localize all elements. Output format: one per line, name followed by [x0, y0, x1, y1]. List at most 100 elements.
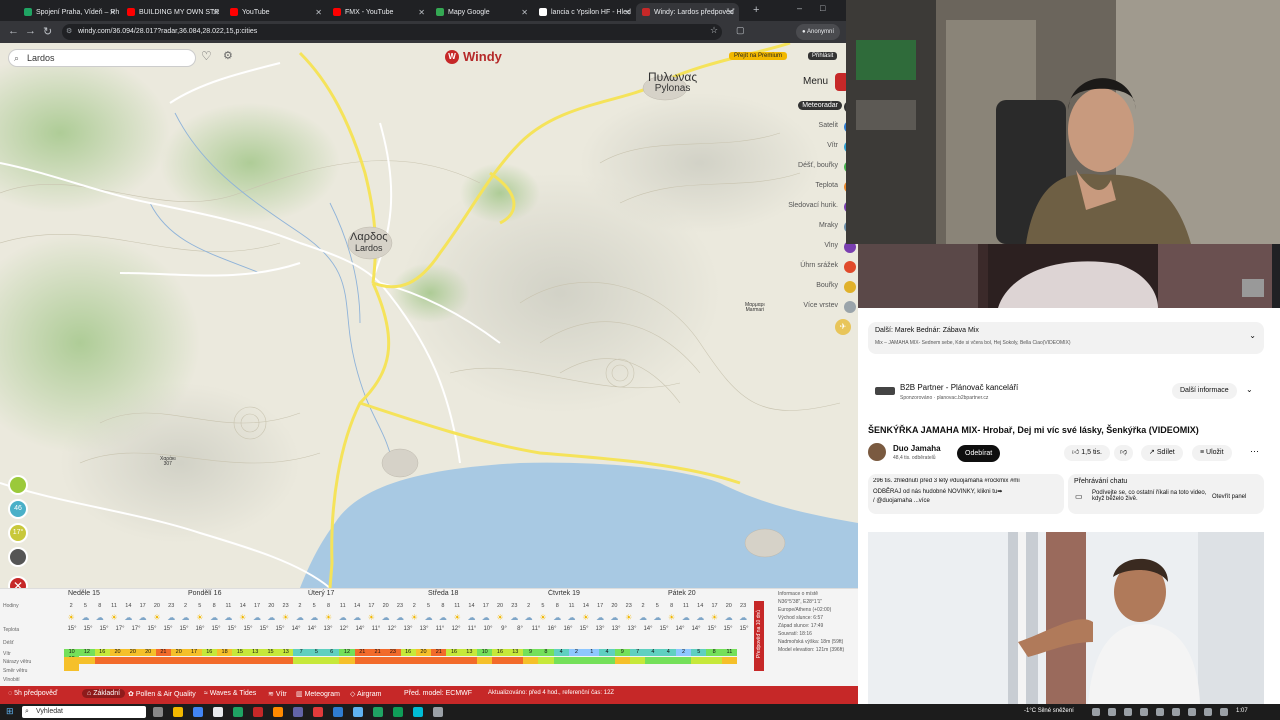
open-chat-panel-button[interactable]: Otevřít panel	[1212, 494, 1246, 500]
tab-close-icon[interactable]: ✕	[212, 8, 219, 17]
chrome-icon[interactable]	[193, 707, 203, 717]
layer-item[interactable]: Vlny	[820, 241, 842, 250]
tray-icon[interactable]	[1124, 708, 1132, 716]
app-icon[interactable]	[333, 707, 343, 717]
tray-icon[interactable]	[1204, 708, 1212, 716]
layer-item[interactable]: Teplota	[811, 181, 842, 190]
ten-day-forecast-tab[interactable]: Předpověď na 10 dnů	[754, 601, 764, 671]
layer-item[interactable]: Mraky	[815, 221, 842, 230]
tray-icon[interactable]	[1220, 708, 1228, 716]
app-icon[interactable]	[313, 707, 323, 717]
windy-logo[interactable]: W Windy	[445, 49, 502, 64]
app-icon[interactable]	[413, 707, 423, 717]
teams-icon[interactable]	[293, 707, 303, 717]
wind-icon[interactable]: 46	[8, 499, 28, 519]
layer-item[interactable]: Sledovací hurik.	[784, 201, 842, 210]
windy-map[interactable]: ⌕ Lardos ♡ ⚙ W Windy Přejít na Premium P…	[0, 43, 858, 588]
tray-icon[interactable]	[1188, 708, 1196, 716]
layer-icon[interactable]	[844, 261, 856, 273]
browser-tab[interactable]: BUILDING MY OWN STR ✕	[121, 3, 224, 21]
back-icon[interactable]: ←	[8, 25, 19, 37]
tray-icon[interactable]	[1156, 708, 1164, 716]
chevron-down-icon[interactable]: ⌄	[1246, 385, 1253, 394]
extensions-icon[interactable]: ▢	[736, 25, 745, 36]
tab-close-icon[interactable]: ✕	[727, 8, 734, 17]
location-icon[interactable]	[8, 475, 28, 495]
layer-item[interactable]: Déšť, bouřky	[794, 161, 842, 170]
app-icon[interactable]	[353, 707, 363, 717]
tab-close-icon[interactable]: ✕	[521, 8, 528, 17]
url-input[interactable]: ⚙ windy.com/36.094/28.017?radar,36.084,2…	[62, 24, 722, 40]
task-view-icon[interactable]	[153, 707, 163, 717]
menu-button[interactable]: Menu	[803, 76, 828, 87]
app-icon[interactable]	[253, 707, 263, 717]
tray-icon[interactable]	[1108, 708, 1116, 716]
description-box[interactable]: 296 tis. zhlédnutí před 3 lety #duojamah…	[868, 474, 1064, 514]
weather-widget[interactable]: -1°C Silné sněžení	[1024, 708, 1074, 714]
video-thumbnail[interactable]	[868, 532, 1264, 704]
tray-icon[interactable]	[1092, 708, 1100, 716]
file-explorer-icon[interactable]	[173, 707, 183, 717]
app-icon[interactable]	[273, 707, 283, 717]
taskbar-search[interactable]: ⌕ Vyhledat	[22, 706, 146, 718]
ad-more-info-button[interactable]: Další informace	[1172, 383, 1237, 399]
tray-icon[interactable]	[1172, 708, 1180, 716]
dislike-button[interactable]: 👎︎	[1114, 445, 1134, 461]
tab-basic[interactable]: ⌂ Základní	[82, 689, 126, 698]
hourly-forecast-toggle[interactable]: ◌ 5h předpověď	[8, 690, 57, 697]
app-icon[interactable]	[233, 707, 243, 717]
maximize-window-button[interactable]: □	[820, 3, 825, 13]
reload-icon[interactable]: ↻	[43, 25, 52, 38]
tab-waves[interactable]: ≈ Waves & Tides	[204, 690, 256, 697]
layer-item[interactable]: Satelit	[815, 121, 842, 130]
browser-tab[interactable]: FMX - YouTube ✕	[327, 3, 430, 21]
layer-item[interactable]: Meteoradar	[798, 101, 842, 110]
ad-title[interactable]: B2B Partner - Plánovač kanceláří	[900, 383, 1018, 392]
login-button[interactable]: Přihlásit	[808, 52, 838, 60]
clock[interactable]: 1:07	[1236, 708, 1248, 714]
tab-airgram[interactable]: ◇ Airgram	[350, 690, 381, 698]
youtube-video-player[interactable]	[858, 244, 1272, 308]
airplane-icon[interactable]: ✈	[835, 319, 851, 335]
layer-icon[interactable]	[844, 301, 856, 313]
temp-icon[interactable]: 17°	[8, 523, 28, 543]
subscribe-button[interactable]: Odebírat	[957, 445, 1001, 462]
tab-pollen[interactable]: ✿ Pollen & Air Quality	[128, 690, 196, 698]
like-button[interactable]: 👍︎ 1,5 tis.	[1064, 445, 1110, 461]
incognito-badge[interactable]: ● Anonymní	[796, 24, 840, 40]
windows-start-icon[interactable]: ⊞	[6, 706, 14, 717]
premium-button[interactable]: Přejít na Premium	[729, 52, 788, 60]
tab-meteogram[interactable]: ▥ Meteogram	[296, 690, 340, 698]
tray-icon[interactable]	[1140, 708, 1148, 716]
layer-item[interactable]: Více vrstev	[799, 301, 842, 310]
location-search-input[interactable]: ⌕ Lardos	[8, 49, 196, 67]
browser-tab[interactable]: YouTube ✕	[224, 3, 327, 21]
app-icon[interactable]	[373, 707, 383, 717]
more-actions-icon[interactable]: ⋯	[1250, 446, 1259, 457]
tab-close-icon[interactable]: ✕	[418, 8, 425, 17]
forward-icon[interactable]: →	[25, 25, 36, 37]
channel-avatar[interactable]	[868, 443, 886, 461]
tab-close-icon[interactable]: ✕	[624, 8, 631, 17]
tab-close-icon[interactable]: ✕	[109, 8, 116, 17]
minimize-window-button[interactable]: –	[797, 3, 802, 13]
terminal-icon[interactable]	[213, 707, 223, 717]
webcam-icon[interactable]	[8, 547, 28, 567]
app-icon[interactable]	[433, 707, 443, 717]
channel-name[interactable]: Duo Jamaha	[893, 444, 941, 453]
layer-icon[interactable]	[844, 281, 856, 293]
tab-wind[interactable]: ≋ Vítr	[268, 690, 287, 698]
site-info-icon[interactable]: ⚙	[66, 24, 72, 40]
browser-tab[interactable]: Windy: Lardos předpověď ✕	[636, 3, 739, 21]
next-mix-card[interactable]: Další: Marek Bednár: Zábava Mix Mix – JA…	[868, 322, 1264, 354]
share-button[interactable]: ↗ Sdílet	[1141, 445, 1183, 461]
chevron-down-icon[interactable]: ⌄	[1249, 331, 1256, 340]
save-button[interactable]: ≡ Uložit	[1192, 445, 1232, 461]
settings-cog-icon[interactable]: ⚙	[223, 49, 233, 62]
new-tab-button[interactable]: +	[753, 4, 759, 16]
forecast-table[interactable]: Neděle 15 Pondělí 16 Úterý 17 Středa 18 Čtvr…	[0, 588, 858, 686]
forecast-model-selector[interactable]: Před. model: ECMWF	[404, 690, 472, 697]
layer-item[interactable]: Bouřky	[812, 281, 842, 290]
browser-tab[interactable]: Mapy Google ✕	[430, 3, 533, 21]
layer-item[interactable]: Úhrn srážek	[796, 261, 842, 270]
